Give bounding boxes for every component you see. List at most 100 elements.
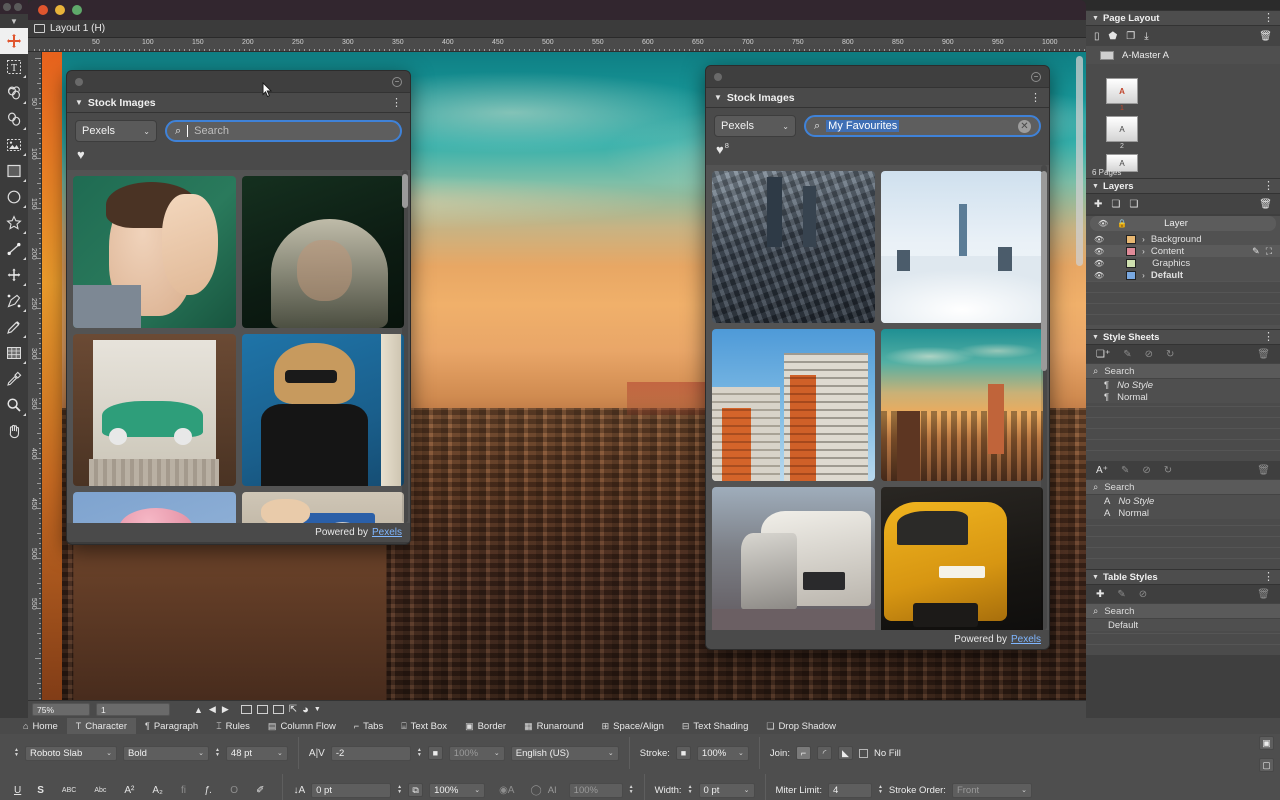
tool-oval-box-tool[interactable] bbox=[0, 184, 28, 210]
tab-space-align[interactable]: ⊞Space/Align bbox=[593, 718, 673, 734]
maximize-window-button[interactable] bbox=[72, 5, 82, 15]
thumb-hands-blue-camera[interactable] bbox=[242, 492, 405, 523]
font-family-field[interactable]: Roboto Slab ⌄ bbox=[25, 746, 117, 761]
panel-options-kebab-icon[interactable]: ⋮ bbox=[1030, 94, 1041, 102]
heart-icon[interactable]: ♥ bbox=[716, 142, 724, 157]
style-row[interactable]: ¶ No Style bbox=[1086, 379, 1280, 391]
font-size-field[interactable]: 48 pt ⌄ bbox=[226, 746, 288, 761]
section-options-kebab-icon[interactable]: ⋮ bbox=[1263, 573, 1274, 581]
delete-style-icon[interactable]: 🗑 bbox=[1257, 465, 1270, 476]
new-page-icon[interactable]: ▯ bbox=[1094, 31, 1100, 42]
eye-icon[interactable]: 👁 bbox=[1094, 247, 1104, 256]
heart-icon[interactable]: ♥ bbox=[77, 147, 85, 162]
chevron-down-icon[interactable]: ⌄ bbox=[192, 749, 204, 757]
disclosure-icon[interactable]: ▼ bbox=[1092, 183, 1099, 190]
previous-page-icon[interactable]: ◀ bbox=[209, 704, 216, 715]
tool-picture-box-tool[interactable] bbox=[0, 132, 28, 158]
style-row[interactable]: ¶ Normal bbox=[1086, 391, 1280, 403]
layer-row-content[interactable]: 👁 › Content ✎ ⛶ bbox=[1086, 245, 1280, 257]
export-icon[interactable]: ⇱ bbox=[289, 704, 297, 715]
stock-images-panel-left[interactable]: − ▼ Stock Images ⋮ Pexels ⌄ ⌕ Search ♥ bbox=[66, 70, 411, 545]
update-style-icon[interactable]: ↻ bbox=[1166, 349, 1174, 360]
delete-table-style-icon[interactable]: 🗑 bbox=[1257, 589, 1270, 600]
provider-dropdown[interactable]: Pexels ⌄ bbox=[75, 120, 157, 142]
subscript-icon[interactable]: A₂ bbox=[152, 785, 163, 796]
window-traffic-lights[interactable] bbox=[38, 5, 82, 15]
chevron-down-icon[interactable]: ⌄ bbox=[1015, 786, 1027, 794]
section-options-kebab-icon[interactable]: ⋮ bbox=[1263, 182, 1274, 190]
page-thumb-1[interactable]: A bbox=[1106, 78, 1138, 104]
tool-line-tool[interactable] bbox=[0, 236, 28, 262]
chevron-down-icon[interactable]: ⌄ bbox=[602, 749, 614, 757]
master-page-icon[interactable]: ⬟ bbox=[1109, 31, 1118, 42]
close-window-button[interactable] bbox=[38, 5, 48, 15]
style-sheets-section-header[interactable]: ▼ Style Sheets ⋮ bbox=[1086, 329, 1280, 345]
duplicate-icon[interactable]: ❐ bbox=[1126, 31, 1135, 42]
miter-join-icon[interactable]: ⌐ bbox=[796, 746, 811, 760]
panel-disclosure-icon[interactable]: ▼ bbox=[714, 93, 722, 102]
tab-text-shading[interactable]: ⊟Text Shading bbox=[673, 718, 757, 734]
font-style-field[interactable]: Bold ⌄ bbox=[123, 746, 209, 761]
tool-zoom-tool[interactable] bbox=[0, 392, 28, 418]
disclosure-icon[interactable]: ▼ bbox=[1092, 574, 1099, 581]
width-stepper[interactable]: ▲▼ bbox=[688, 785, 693, 795]
thumb-yellow-sports-car[interactable] bbox=[881, 487, 1044, 630]
layer-row-graphics[interactable]: 👁 Graphics bbox=[1086, 257, 1280, 269]
panel-disclosure-icon[interactable]: ▼ bbox=[75, 98, 83, 107]
camera-icon[interactable]: ▣ bbox=[1259, 736, 1274, 750]
tool-freehand-pencil-tool[interactable] bbox=[0, 314, 28, 340]
canvas-vertical-scrollbar[interactable] bbox=[1076, 56, 1083, 266]
tab-column-flow[interactable]: ▤Column Flow bbox=[259, 718, 345, 734]
pencil-icon[interactable]: ✎ bbox=[1252, 246, 1260, 257]
duplicate-style-icon[interactable]: ⊘ bbox=[1145, 349, 1153, 360]
vertical-ruler[interactable]: 50100150200250300350400450500550 bbox=[28, 52, 42, 712]
all-caps-icon[interactable]: ABC bbox=[62, 787, 76, 794]
no-fill-checkbox[interactable] bbox=[859, 749, 868, 758]
expand-icon[interactable]: › bbox=[1142, 271, 1145, 280]
layer-row-default[interactable]: 👁 › Default bbox=[1086, 269, 1280, 281]
superscript-icon[interactable]: A² bbox=[124, 785, 134, 796]
tab-home[interactable]: ⌂Home bbox=[14, 718, 67, 734]
panel-title-bar[interactable]: − bbox=[67, 71, 410, 93]
tool-item-move-tool[interactable] bbox=[0, 28, 28, 54]
disclosure-icon[interactable]: ▼ bbox=[1092, 334, 1099, 341]
eye-icon[interactable]: 👁 bbox=[1094, 235, 1104, 244]
add-layer-icon[interactable]: ✚ bbox=[1094, 199, 1102, 210]
miter-limit-stepper[interactable]: ▲▼ bbox=[878, 785, 883, 795]
globe-icon[interactable]: ◕ bbox=[302, 704, 309, 716]
style-row[interactable]: A Normal bbox=[1086, 507, 1280, 519]
tab-runaround[interactable]: ▦Runaround bbox=[515, 718, 593, 734]
edit-style-icon[interactable]: ✎ bbox=[1121, 465, 1129, 476]
thumb-woman-green-backdrop[interactable] bbox=[73, 176, 236, 328]
thumb-green-beetle-car[interactable] bbox=[73, 334, 236, 486]
character-styles-search[interactable]: ⌕ Search bbox=[1086, 479, 1280, 495]
duplicate-style-icon[interactable]: ⊘ bbox=[1142, 465, 1150, 476]
thumbnail-grid[interactable] bbox=[67, 170, 410, 523]
tool-bezier-pen-tool[interactable] bbox=[0, 288, 28, 314]
panel-close-button[interactable] bbox=[714, 73, 722, 81]
expand-icon[interactable]: › bbox=[1142, 235, 1145, 244]
horizontal-ruler[interactable]: 5010015020025030035040045050055060065070… bbox=[28, 38, 1086, 52]
layer-row-background[interactable]: 👁 › Background bbox=[1086, 233, 1280, 245]
chevron-down-icon[interactable]: ⌄ bbox=[468, 786, 480, 794]
opentype-on-icon[interactable]: ◉A bbox=[499, 785, 514, 796]
table-styles-search[interactable]: ⌕ Search bbox=[1086, 603, 1280, 619]
tool-star-shape-tool[interactable] bbox=[0, 210, 28, 236]
tab-character[interactable]: TCharacter bbox=[67, 718, 136, 734]
chevron-down-icon[interactable]: ▼ bbox=[314, 706, 321, 713]
tool-text-box-tool[interactable]: T bbox=[0, 54, 28, 80]
single-page-view-icon[interactable] bbox=[241, 705, 252, 714]
thumb-woman-sunglasses-blue[interactable] bbox=[242, 334, 405, 486]
chevron-down-icon[interactable]: ⌄ bbox=[738, 786, 750, 794]
paint-icon[interactable]: ✐ bbox=[256, 785, 264, 796]
tool-unlink-text-tool[interactable] bbox=[0, 106, 28, 132]
outline-icon[interactable]: O bbox=[230, 785, 238, 796]
clear-search-icon[interactable]: ✕ bbox=[1018, 120, 1031, 133]
table-style-row[interactable]: Default bbox=[1086, 619, 1280, 631]
chevron-down-icon[interactable]: ⌄ bbox=[271, 749, 283, 757]
thumb-city-sunset[interactable] bbox=[881, 329, 1044, 481]
underline-icon[interactable]: U bbox=[14, 785, 21, 796]
miter-limit-field[interactable]: 4 bbox=[828, 783, 872, 798]
new-char-style-icon[interactable]: A⁺ bbox=[1096, 465, 1108, 476]
pages-list[interactable]: A 1 A 2 A 6 Pages bbox=[1086, 74, 1280, 178]
